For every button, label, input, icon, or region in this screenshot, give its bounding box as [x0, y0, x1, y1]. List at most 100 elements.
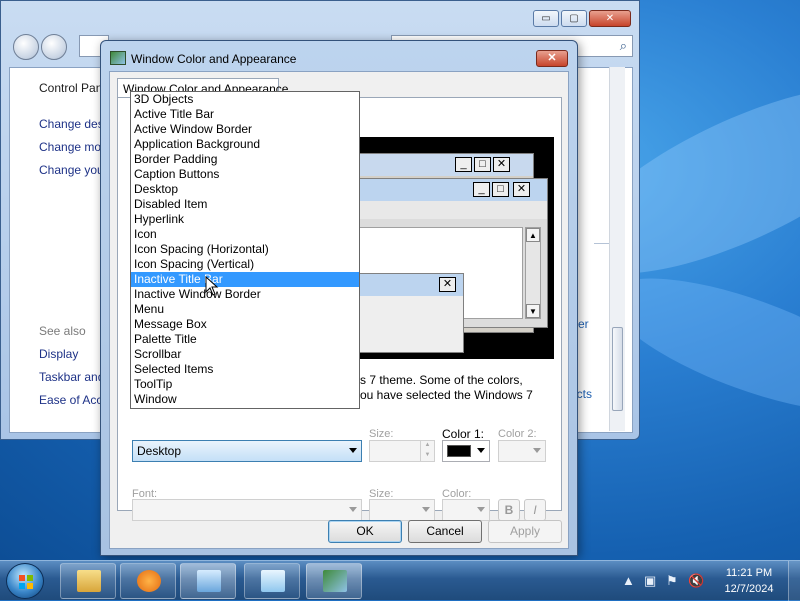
preview-maximize-icon: □ — [474, 157, 491, 172]
color2-picker[interactable] — [498, 440, 546, 462]
preview-menu-bar — [329, 201, 547, 219]
taskbar-explorer-button[interactable] — [60, 563, 116, 599]
dropdown-item[interactable]: Border Padding — [131, 152, 359, 167]
back-button[interactable] — [13, 34, 39, 60]
search-icon[interactable]: ⌕ — [620, 38, 627, 54]
taskbar-appearance-dialog-button[interactable] — [306, 563, 362, 599]
dropdown-item[interactable]: Icon Spacing (Horizontal) — [131, 242, 359, 257]
clock-time: 11:21 PM — [725, 567, 773, 579]
item-select[interactable]: Desktop — [132, 440, 362, 462]
volume-muted-icon[interactable]: 🔇 — [688, 573, 704, 589]
font-size-select[interactable] — [369, 499, 435, 521]
color1-swatch — [447, 445, 471, 457]
show-hidden-icons-icon[interactable]: ▲ — [622, 573, 635, 588]
network-icon[interactable]: ▣ — [644, 573, 656, 589]
windows-logo-icon — [19, 575, 33, 589]
notepad-icon — [261, 570, 285, 592]
control-panel-icon — [197, 570, 221, 592]
preview-close-icon: ✕ — [439, 277, 456, 292]
window-caption-buttons: ▭ ▢ ✕ — [533, 10, 631, 27]
cancel-button[interactable]: Cancel — [408, 520, 482, 543]
dropdown-item[interactable]: Message Box — [131, 317, 359, 332]
vertical-scrollbar[interactable] — [609, 67, 625, 431]
see-also-link[interactable]: Taskbar and — [39, 370, 104, 384]
scroll-down-icon: ▼ — [526, 304, 540, 318]
chevron-down-icon — [533, 448, 541, 453]
dropdown-item[interactable]: Caption Buttons — [131, 167, 359, 182]
chevron-down-icon — [349, 448, 357, 453]
close-button[interactable]: ✕ — [589, 10, 631, 27]
preview-close-icon: ✕ — [513, 182, 530, 197]
preview-close-icon: ✕ — [493, 157, 510, 172]
item-dropdown-list[interactable]: 3D Objects Active Title Bar Active Window … — [130, 91, 360, 409]
item-select-value: Desktop — [137, 444, 182, 458]
dropdown-item[interactable]: Scrollbar — [131, 347, 359, 362]
taskbar-media-player-button[interactable] — [120, 563, 176, 599]
preview-minimize-icon: _ — [473, 182, 490, 197]
desktop: ▭ ▢ ✕ ⌕ Control Pan Change des Change mo… — [0, 0, 800, 560]
minimize-button[interactable]: ▭ — [533, 10, 559, 27]
taskbar-control-panel-button[interactable] — [180, 563, 236, 599]
dropdown-item[interactable]: Icon — [131, 227, 359, 242]
italic-button[interactable]: I — [524, 499, 546, 521]
taskbar: ▲ ▣ ⚑ 🔇 11:21 PM 12/7/2024 — [0, 560, 800, 601]
color2-label: Color 2: — [498, 428, 537, 440]
system-clock[interactable]: 11:21 PM 12/7/2024 — [714, 565, 784, 597]
bold-button[interactable]: B — [498, 499, 520, 521]
font-color-picker[interactable] — [442, 499, 490, 521]
chevron-down-icon — [477, 448, 485, 453]
chevron-down-icon — [422, 507, 430, 512]
dialog-icon — [110, 51, 126, 65]
dropdown-item[interactable]: Disabled Item — [131, 197, 359, 212]
chevron-down-icon — [349, 507, 357, 512]
dropdown-item[interactable]: Active Title Bar — [131, 107, 359, 122]
preview-minimize-icon: _ — [455, 157, 472, 172]
description-line: ou have selected the Windows 7 — [360, 388, 533, 402]
item-size-spinner[interactable]: ▲ ▼ — [369, 440, 435, 462]
scrollbar-thumb[interactable] — [612, 327, 623, 411]
dialog-close-button[interactable]: ✕ — [536, 50, 568, 67]
media-player-icon — [137, 570, 161, 592]
dropdown-item[interactable]: Inactive Title Bar — [131, 272, 359, 287]
dropdown-item[interactable]: Application Background — [131, 137, 359, 152]
preview-maximize-icon: □ — [492, 182, 509, 197]
appearance-dialog-icon — [323, 570, 347, 592]
chevron-down-icon — [477, 507, 485, 512]
dropdown-item[interactable]: Inactive Window Border — [131, 287, 359, 302]
see-also-link[interactable]: Ease of Acce — [39, 393, 109, 407]
font-select[interactable] — [132, 499, 362, 521]
dropdown-item[interactable]: ToolTip — [131, 377, 359, 392]
dropdown-item[interactable]: Menu — [131, 302, 359, 317]
scroll-up-icon: ▲ — [526, 228, 540, 242]
color1-label: Color 1: — [442, 427, 485, 441]
mouse-cursor-icon — [205, 276, 219, 296]
spinner-arrows-icon: ▲ ▼ — [420, 440, 434, 462]
maximize-button[interactable]: ▢ — [561, 10, 587, 27]
dropdown-item[interactable]: Active Window Border — [131, 122, 359, 137]
dropdown-item[interactable]: Desktop — [131, 182, 359, 197]
dropdown-item[interactable]: Selected Items — [131, 362, 359, 377]
preview-scrollbar: ▲ ▼ — [525, 227, 541, 319]
see-also-heading: See also — [39, 324, 86, 338]
dropdown-item[interactable]: 3D Objects — [131, 92, 359, 107]
task-link[interactable]: Change des — [39, 117, 104, 131]
dropdown-item[interactable]: Icon Spacing (Vertical) — [131, 257, 359, 272]
dialog-title: Window Color and Appearance — [131, 52, 297, 66]
apply-button[interactable]: Apply — [488, 520, 562, 543]
task-link[interactable]: Change you — [39, 163, 104, 177]
dropdown-item[interactable]: Window — [131, 392, 359, 407]
see-also-link[interactable]: Display — [39, 347, 78, 361]
show-desktop-button[interactable] — [788, 561, 800, 601]
taskbar-notepad-button[interactable] — [244, 563, 300, 599]
folder-icon — [77, 570, 101, 592]
action-center-flag-icon[interactable]: ⚑ — [666, 573, 678, 589]
forward-button[interactable] — [41, 34, 67, 60]
dropdown-item[interactable]: Hyperlink — [131, 212, 359, 227]
color1-picker[interactable] — [442, 440, 490, 462]
ok-button[interactable]: OK — [328, 520, 402, 543]
control-panel-home-link[interactable]: Control Pan — [39, 81, 102, 95]
task-link[interactable]: Change mo — [39, 140, 101, 154]
start-button[interactable] — [6, 563, 44, 599]
clock-date: 12/7/2024 — [724, 583, 774, 595]
dropdown-item[interactable]: Palette Title — [131, 332, 359, 347]
